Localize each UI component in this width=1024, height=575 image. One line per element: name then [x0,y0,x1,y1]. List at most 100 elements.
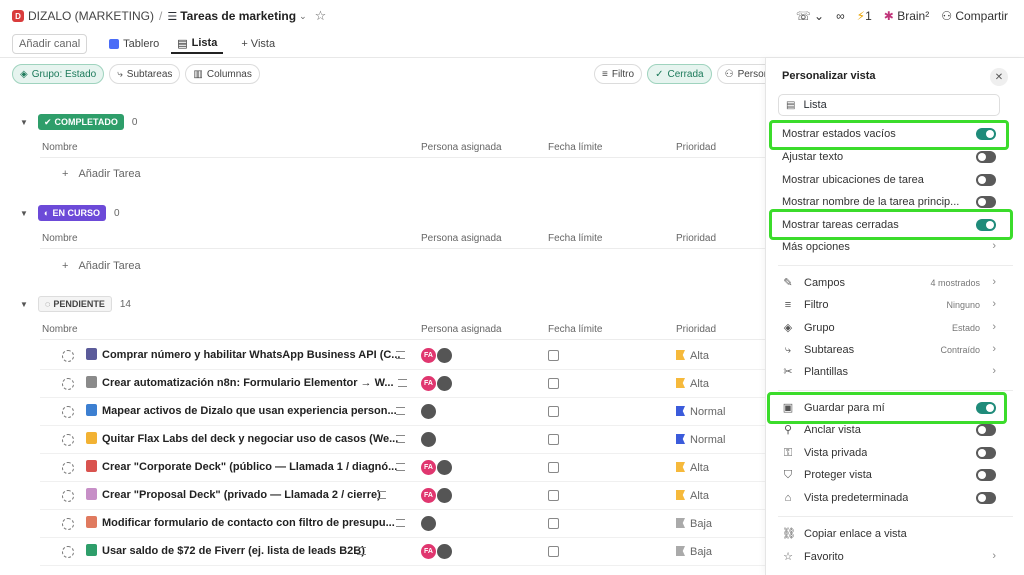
table-row[interactable]: Quitar Flax Labs del deck y negociar uso… [40,426,765,454]
column-header-due[interactable]: Fecha límite [548,324,602,335]
table-row[interactable]: Mapear activos de Dizalo que usan experi… [40,398,765,426]
calendar-icon[interactable] [548,378,559,389]
glasses-icon[interactable]: ∞ [836,9,845,23]
copy-link-row[interactable]: ⛓ Copiar enlace a vista [782,525,996,545]
status-circle-icon[interactable] [62,378,74,390]
status-circle-icon[interactable] [62,546,74,558]
toggle-switch[interactable] [976,196,996,208]
column-header-due[interactable]: Fecha límite [548,233,602,244]
flag-icon[interactable] [676,518,685,528]
column-header-priority[interactable]: Prioridad [676,324,716,335]
option-row[interactable]: ⛉ Proteger vista [782,466,996,486]
add-channel-button[interactable]: Añadir canal [12,34,88,54]
priority-label[interactable]: Alta [690,462,709,474]
priority-label[interactable]: Baja [690,518,712,530]
status-circle-icon[interactable] [62,518,74,530]
task-name[interactable]: Comprar número y habilitar WhatsApp Busi… [102,349,400,361]
avatar[interactable] [436,375,453,392]
caret-down-icon[interactable]: ▼ [20,300,30,309]
setting-row[interactable]: ✎ Campos 4 mostrados › [782,274,996,294]
more-options-row[interactable]: Más opciones › [782,238,996,258]
group-header-in-progress[interactable]: ▼ ◐ EN CURSO 0 [20,205,120,221]
avatar[interactable] [420,431,437,448]
avatar[interactable]: FA [420,375,437,392]
calendar-icon[interactable] [548,490,559,501]
task-name[interactable]: Mapear activos de Dizalo que usan experi… [102,405,397,417]
task-name[interactable]: Usar saldo de $72 de Fiverr (ej. lista d… [102,545,365,557]
table-row[interactable]: Usar saldo de $72 de Fiverr (ej. lista d… [40,538,765,566]
setting-row[interactable]: ✂ Plantillas › [782,363,996,383]
table-row[interactable]: Crear automatización n8n: Formulario Ele… [40,370,765,398]
add-task-button[interactable]: + Añadir Tarea [62,260,141,272]
flag-icon[interactable] [676,546,685,556]
phone-icon[interactable]: ☏ ⌄ [796,9,824,23]
task-name[interactable]: Crear "Proposal Deck" (privado — Llamada… [102,489,381,501]
flag-icon[interactable] [676,378,685,388]
avatar[interactable] [436,487,453,504]
avatar[interactable]: FA [420,459,437,476]
avatar[interactable] [436,543,453,560]
flag-icon[interactable] [676,462,685,472]
task-name[interactable]: Crear automatización n8n: Formulario Ele… [102,377,394,389]
table-row[interactable]: Crear "Proposal Deck" (privado — Llamada… [40,482,765,510]
status-circle-icon[interactable] [62,406,74,418]
priority-label[interactable]: Normal [690,406,725,418]
status-circle-icon[interactable] [62,434,74,446]
chevron-down-icon[interactable]: ⌄ [299,11,307,22]
avatar[interactable] [436,459,453,476]
toggle-switch[interactable] [976,424,996,436]
avatar[interactable] [436,347,453,364]
option-row[interactable]: ⌂ Vista predeterminada [782,489,996,509]
caret-down-icon[interactable]: ▼ [20,118,30,127]
close-icon[interactable]: ✕ [990,68,1008,86]
column-header-name[interactable]: Nombre [42,324,78,335]
calendar-icon[interactable] [548,518,559,529]
column-header-due[interactable]: Fecha límite [548,142,602,153]
option-row[interactable]: ⚿ Vista privada [782,444,996,464]
toggle-switch[interactable] [976,492,996,504]
group-header-completed[interactable]: ▼ ✔ COMPLETADO 0 [20,114,137,130]
column-header-assignee[interactable]: Persona asignada [421,142,502,153]
column-header-name[interactable]: Nombre [42,142,78,153]
toggle-switch[interactable] [976,151,996,163]
status-circle-icon[interactable] [62,350,74,362]
brain-button[interactable]: ✱ Brain² [884,9,929,23]
column-header-priority[interactable]: Prioridad [676,142,716,153]
toggle-switch[interactable] [976,174,996,186]
table-row[interactable]: Crear "Corporate Deck" (público — Llamad… [40,454,765,482]
column-header-assignee[interactable]: Persona asignada [421,233,502,244]
toggle-switch[interactable] [976,469,996,481]
flag-icon[interactable] [676,490,685,500]
column-header-assignee[interactable]: Persona asignada [421,324,502,335]
avatar[interactable] [420,515,437,532]
priority-label[interactable]: Normal [690,434,725,446]
add-task-button[interactable]: + Añadir Tarea [62,168,141,180]
option-row[interactable]: Mostrar ubicaciones de tarea [782,171,996,191]
status-circle-icon[interactable] [62,462,74,474]
flag-icon[interactable] [676,406,685,416]
group-header-pending[interactable]: ▼ ◌ PENDIENTE 14 [20,296,131,312]
flag-icon[interactable] [676,434,685,444]
calendar-icon[interactable] [548,406,559,417]
calendar-icon[interactable] [548,434,559,445]
option-row[interactable]: ⚲ Anclar vista [782,421,996,441]
setting-row[interactable]: ≡ Filtro Ninguno › [782,296,996,316]
column-header-name[interactable]: Nombre [42,233,78,244]
task-name[interactable]: Modificar formulario de contacto con fil… [102,517,395,529]
subtasks-chip[interactable]: ⤷ Subtareas [109,64,181,84]
filter-chip[interactable]: ≡ Filtro [594,64,643,84]
caret-down-icon[interactable]: ▼ [20,209,30,218]
option-row[interactable]: Ajustar texto [782,148,996,168]
task-name[interactable]: Crear "Corporate Deck" (público — Llamad… [102,461,397,473]
group-chip[interactable]: ◈ Grupo: Estado [12,64,105,84]
flag-icon[interactable] [676,350,685,360]
priority-label[interactable]: Alta [690,490,709,502]
avatar[interactable]: FA [420,543,437,560]
list-title[interactable]: Tareas de marketing [180,9,296,23]
priority-label[interactable]: Baja [690,546,712,558]
status-circle-icon[interactable] [62,490,74,502]
view-name-input[interactable]: ▤ Lista [778,94,1000,116]
setting-row[interactable]: ⤷ Subtareas Contraído › [782,341,996,361]
table-row[interactable]: Comprar número y habilitar WhatsApp Busi… [40,342,765,370]
calendar-icon[interactable] [548,546,559,557]
